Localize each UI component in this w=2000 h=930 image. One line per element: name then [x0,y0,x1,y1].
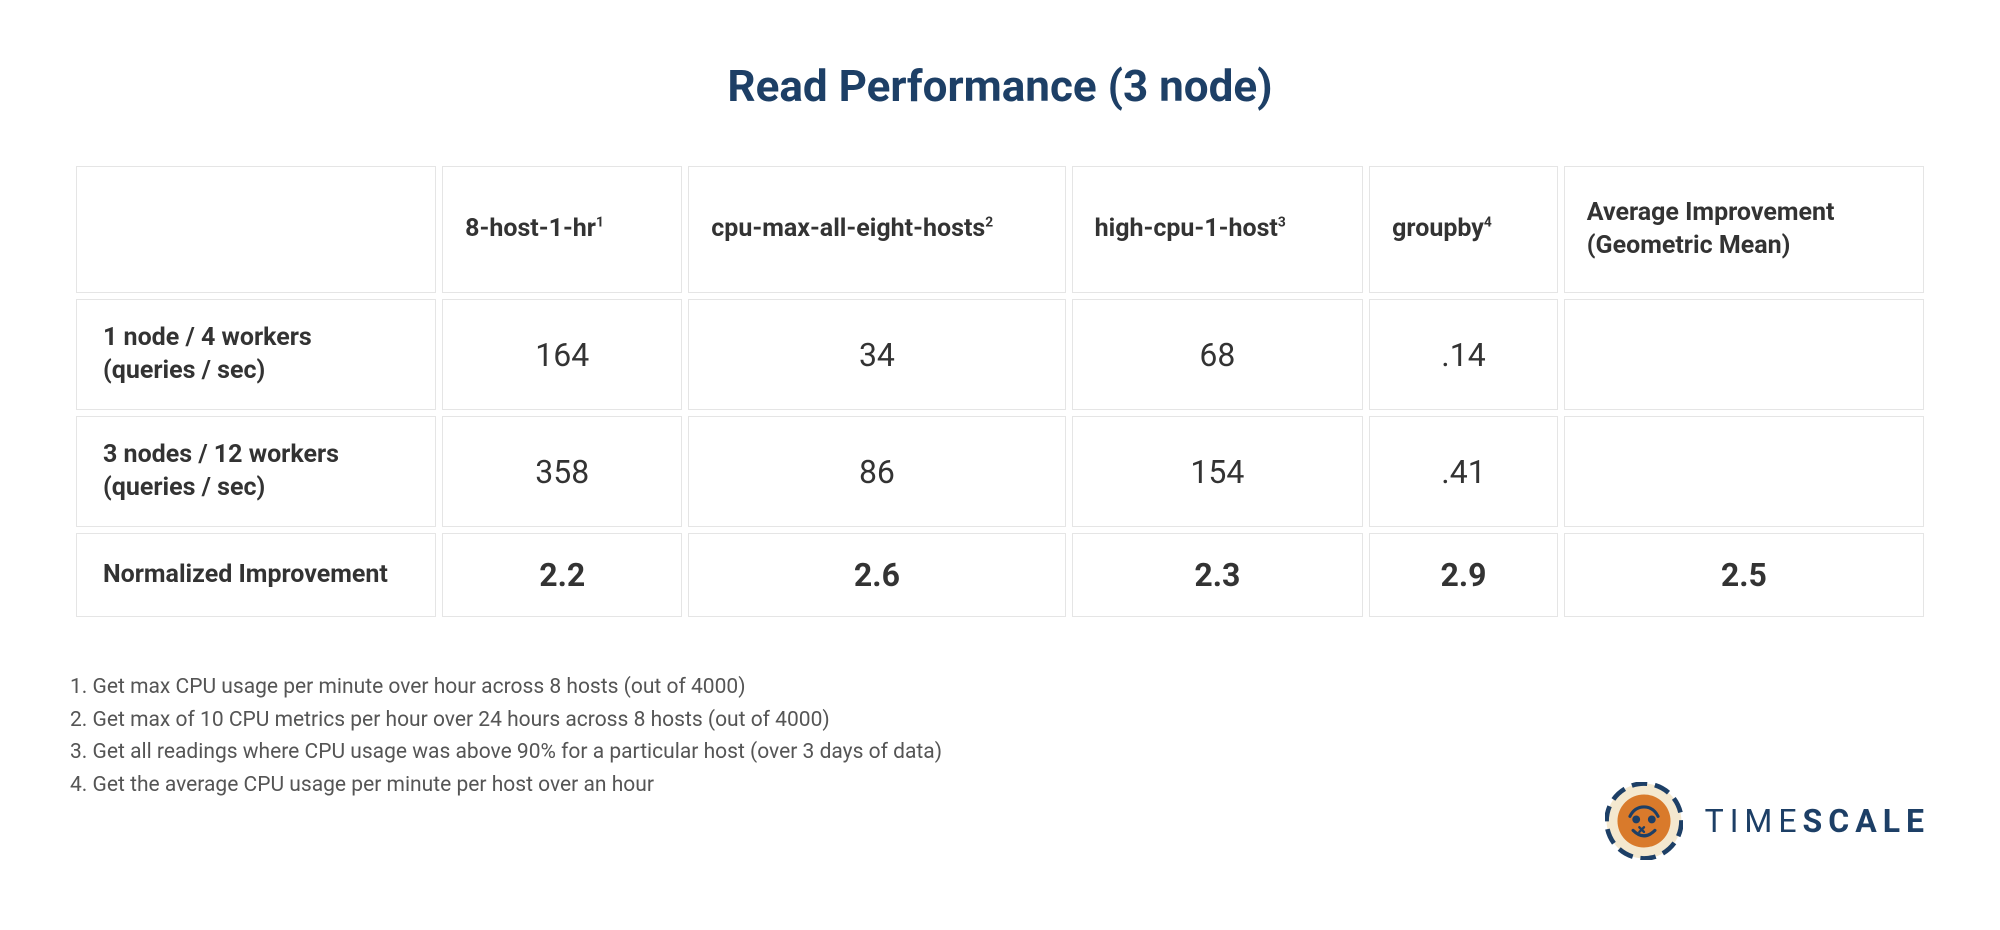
performance-table: 8-host-1-hr1 cpu-max-all-eight-hosts2 hi… [70,160,1930,623]
table-row: 1 node / 4 workers (queries / sec) 164 3… [76,299,1924,410]
cell: 2.9 [1369,533,1558,617]
table-row: Normalized Improvement 2.2 2.6 2.3 2.9 2… [76,533,1924,617]
row-label: 3 nodes / 12 workers (queries / sec) [76,416,436,527]
column-header-rowlabel [76,166,436,293]
cell: 2.5 [1564,533,1924,617]
chart-container: Read Performance (3 node) 8-host-1-hr1 c… [0,0,2000,841]
cell: 2.3 [1072,533,1364,617]
cell: 2.2 [442,533,682,617]
cell: 2.6 [688,533,1065,617]
row-label: Normalized Improvement [76,533,436,617]
brand-name: TIMESCALE [1705,802,1930,840]
column-header-cpu-max-all-eight-hosts: cpu-max-all-eight-hosts2 [688,166,1065,293]
cell: 86 [688,416,1065,527]
table-wrap: 8-host-1-hr1 cpu-max-all-eight-hosts2 hi… [70,160,1930,623]
cell: 164 [442,299,682,410]
cell [1564,416,1924,527]
footnote-3: 3. Get all readings where CPU usage was … [70,736,1930,769]
cell: 358 [442,416,682,527]
table-header-row: 8-host-1-hr1 cpu-max-all-eight-hosts2 hi… [76,166,1924,293]
table-row: 3 nodes / 12 workers (queries / sec) 358… [76,416,1924,527]
column-header-8-host-1-hr: 8-host-1-hr1 [442,166,682,293]
chart-title: Read Performance (3 node) [70,60,1930,112]
cell: .14 [1369,299,1558,410]
cell [1564,299,1924,410]
footnote-2: 2. Get max of 10 CPU metrics per hour ov… [70,704,1930,737]
column-header-groupby: groupby4 [1369,166,1558,293]
cell: .41 [1369,416,1558,527]
cell: 68 [1072,299,1364,410]
row-label: 1 node / 4 workers (queries / sec) [76,299,436,410]
footnote-1: 1. Get max CPU usage per minute over hou… [70,671,1930,704]
column-header-high-cpu-1-host: high-cpu-1-host3 [1072,166,1364,293]
timescale-logo-icon [1605,782,1683,860]
cell: 34 [688,299,1065,410]
column-header-avg-improvement: Average Improvement (Geometric Mean) [1564,166,1924,293]
cell: 154 [1072,416,1364,527]
brand: TIMESCALE [1605,782,1930,860]
